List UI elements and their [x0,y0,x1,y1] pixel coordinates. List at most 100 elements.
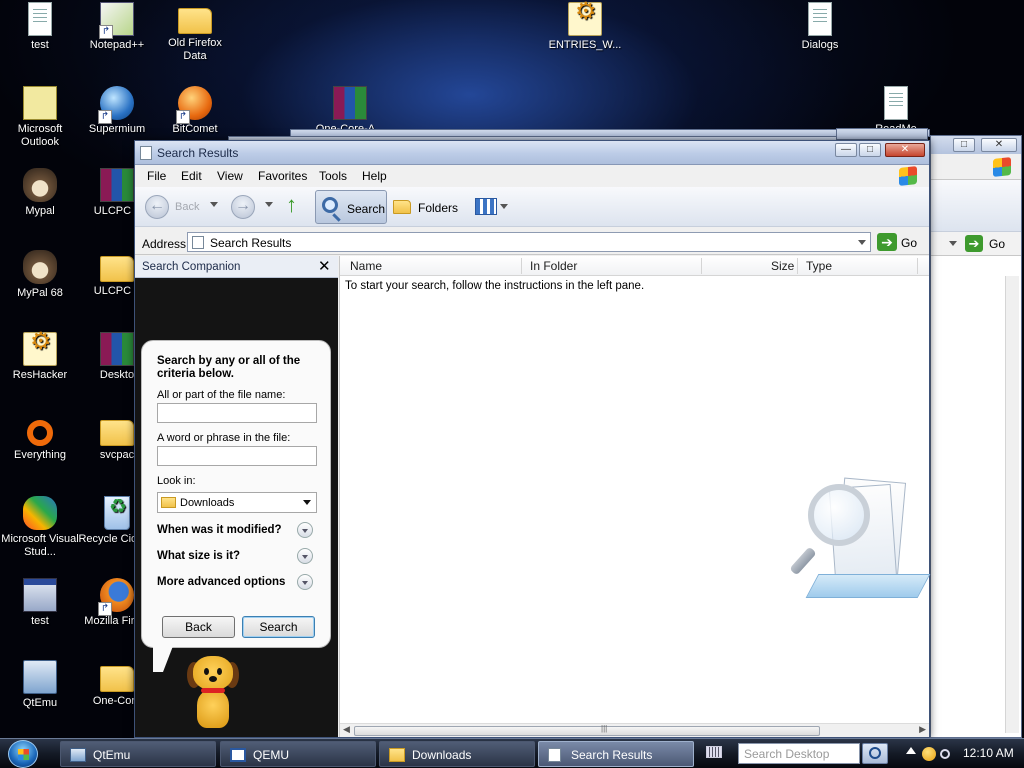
menu-help[interactable]: Help [362,169,387,183]
back-arrow-icon: ← [149,197,165,214]
desktop-icon-reshacker[interactable]: ResHacker [0,332,80,382]
column-header-in-folder[interactable]: In Folder [530,259,577,273]
what-size-option[interactable]: What size is it? [157,548,317,566]
desktop-icon-test-app[interactable]: test [0,578,80,628]
desktop-icon-bitcomet[interactable]: BitComet [155,86,235,136]
go-button[interactable]: ➔ Go [877,233,927,253]
search-submit-button[interactable]: Search [242,616,315,638]
background-explorer-window[interactable]: □ ✕ ➔ Go [930,135,1022,738]
clock[interactable]: 12:10 AM [963,746,1014,760]
go-arrow-icon[interactable]: ➔ [965,235,983,252]
search-results-window-icon [140,146,152,160]
address-bar: Address Search Results ➔ Go [135,227,929,255]
back-companion-button[interactable]: Back [162,616,235,638]
menu-tools[interactable]: Tools [319,169,347,183]
show-hidden-icons-icon[interactable] [906,747,916,754]
desktop-icon-everything[interactable]: Everything [0,414,80,462]
menu-view[interactable]: View [217,169,243,183]
phrase-field-label: A word or phrase in the file: [157,432,291,444]
winrar-archive-icon [100,332,134,366]
taskbar-button-qemu[interactable]: QEMU [220,741,376,767]
application-icon [23,578,57,612]
desktop-search-input[interactable]: Search Desktop [738,743,860,764]
search-companion-title: Search Companion [142,261,241,273]
search-results-icon [548,748,561,762]
column-header-size[interactable]: Size [771,259,794,273]
views-button[interactable] [473,197,508,217]
scrollbar-thumb[interactable]: ||| [354,724,820,736]
taskbar-button-qtemu[interactable]: QtEmu [60,741,216,767]
chevron-down-icon [303,500,311,505]
advanced-options-option[interactable]: More advanced options [157,574,317,592]
minimize-button[interactable]: — [835,143,857,157]
background-window-edge [290,129,930,137]
desktop-icon-test[interactable]: test [0,2,80,52]
desktop-icon-label: QtEmu [22,697,58,709]
desktop-icon-dialogs[interactable]: Dialogs [780,2,860,52]
up-folder-button[interactable] [283,192,305,218]
background-window-toolbar [931,180,1021,232]
close-icon[interactable]: ✕ [318,257,331,275]
desktop-icon-supermium[interactable]: Supermium [77,86,157,136]
window-titlebar[interactable]: Search Results — □ ✕ [135,141,929,165]
desktop-icon-mypal[interactable]: Mypal [0,168,80,218]
column-header-type[interactable]: Type [806,259,832,273]
search-toolbar-label: Search [347,202,386,216]
visual-studio-icon [23,496,57,530]
close-button[interactable]: ✕ [885,143,925,157]
search-assistant-dog-icon[interactable] [183,656,243,730]
balloon-tail [153,646,173,672]
filename-input[interactable] [157,403,317,423]
desktop-icon-qtemu[interactable]: QtEmu [0,660,80,710]
background-go-label[interactable]: Go [989,237,1005,251]
vertical-scrollbar[interactable] [1005,276,1019,733]
desktop-icon-mypal68[interactable]: MyPal 68 [0,250,80,300]
search-toolbar-button[interactable]: Search [315,190,387,224]
when-modified-option[interactable]: When was it modified? [157,522,317,540]
start-button[interactable] [8,740,38,768]
background-window-titlebar[interactable]: □ ✕ [931,136,1021,154]
expand-chevron-icon[interactable] [297,574,313,590]
desktop-icon-entries[interactable]: ENTRIES_W... [545,2,625,52]
look-in-value: Downloads [180,497,235,509]
scroll-right-icon[interactable]: ▶ [919,724,926,735]
scroll-left-icon[interactable]: ◀ [343,724,350,735]
expand-chevron-icon[interactable] [297,548,313,564]
folder-icon [178,8,212,34]
menu-favorites[interactable]: Favorites [258,169,307,183]
horizontal-scrollbar[interactable]: ◀ ||| ▶ [340,723,929,737]
close-icon[interactable]: ✕ [981,138,1017,152]
forward-button[interactable]: → [231,195,255,219]
expand-chevron-icon[interactable] [297,522,313,538]
menu-bar: File Edit View Favorites Tools Help [135,165,929,187]
desktop-icon-visual-studio[interactable]: Microsoft Visual Stud... [0,496,80,559]
taskbar-button-search-results[interactable]: Search Results [538,741,694,767]
maximize-icon[interactable]: □ [953,138,975,152]
desktop-icon-old-firefox-data[interactable]: Old Firefox Data [155,2,235,63]
menu-edit[interactable]: Edit [181,169,202,183]
desktop-icon-label: Deskto [99,369,135,381]
menu-file[interactable]: File [147,169,166,183]
back-button-label[interactable]: Back [175,201,199,213]
search-tray-icon[interactable] [940,749,950,759]
keyboard-layout-icon[interactable] [706,746,722,758]
option-label: What size is it? [157,550,241,562]
taskbar-button-downloads[interactable]: Downloads [379,741,535,767]
back-button[interactable]: ← [145,195,169,219]
folders-toolbar-button[interactable]: Folders [391,190,463,224]
phrase-input[interactable] [157,446,317,466]
column-header-name[interactable]: Name [350,259,382,273]
forward-history-dropdown-icon[interactable] [265,202,273,207]
chevron-down-icon[interactable] [949,241,957,246]
notepad-plus-plus-icon [99,2,134,39]
address-input[interactable]: Search Results [187,232,871,252]
back-history-dropdown-icon[interactable] [210,202,218,207]
desktop-search-button[interactable] [862,743,888,764]
folder-icon [100,420,134,446]
desktop-icon-outlook[interactable]: Microsoft Outlook [0,86,80,149]
maximize-button[interactable]: □ [859,143,881,157]
smiley-tray-icon[interactable] [922,747,936,761]
address-dropdown-icon[interactable] [858,240,866,245]
look-in-select[interactable]: Downloads [157,492,317,513]
desktop-icon-notepadpp[interactable]: Notepad++ [77,2,157,52]
